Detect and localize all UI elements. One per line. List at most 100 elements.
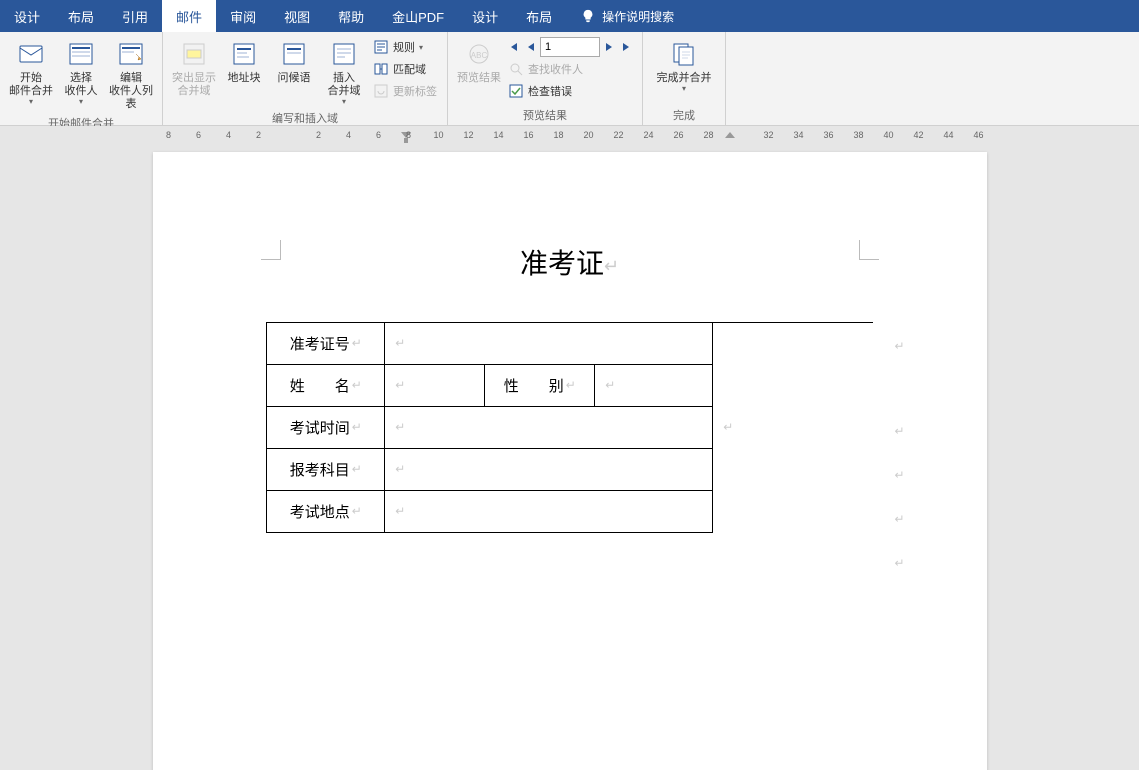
paragraph-mark-icon: ↵: [893, 468, 905, 482]
highlight-label: 突出显示合并域: [172, 72, 216, 98]
match-label: 匹配域: [393, 61, 426, 77]
cell-label: 报考科目: [290, 459, 350, 480]
ruler-tick: 8: [403, 130, 415, 140]
document-area[interactable]: 准考证↵ 准考证号↵ ↵ ↵ 姓 名↵ ↵ 性 别↵ ↵ 考试时间↵ ↵ 报考科…: [0, 146, 1139, 770]
indent-marker-right[interactable]: [725, 128, 735, 144]
paragraph-mark-icon: ↵: [395, 336, 405, 351]
ruler-tick: 6: [373, 130, 385, 140]
group-label-preview: 预览结果: [523, 105, 567, 123]
paragraph-mark-icon: ↵: [352, 336, 362, 351]
paragraph-mark-icon: ↵: [604, 256, 619, 276]
ruler-tick: 2: [313, 130, 325, 140]
start-mail-merge-button[interactable]: 开始邮件合并 ▾: [6, 36, 56, 108]
preview-label: 预览结果: [457, 72, 501, 85]
ruler-tick: 20: [583, 130, 595, 140]
page[interactable]: 准考证↵ 准考证号↵ ↵ ↵ 姓 名↵ ↵ 性 别↵ ↵ 考试时间↵ ↵ 报考科…: [153, 152, 987, 770]
paragraph-mark-icon: ↵: [395, 462, 405, 477]
first-record-button[interactable]: [504, 38, 522, 56]
cell-label: 准考证号: [290, 333, 350, 354]
finish-merge-button[interactable]: 完成并合并 ▾: [649, 36, 719, 95]
search-icon: [508, 61, 524, 77]
ruler-tick: 8: [163, 130, 175, 140]
address-block-button[interactable]: 地址块: [219, 36, 269, 87]
chevron-down-icon: ▾: [29, 97, 33, 106]
tab-references[interactable]: 引用: [108, 0, 162, 32]
paragraph-mark-icon: ↵: [395, 504, 405, 519]
tab-review[interactable]: 审阅: [216, 0, 270, 32]
tab-view[interactable]: 视图: [270, 0, 324, 32]
ruler-tick: 34: [793, 130, 805, 140]
check-errors-label: 检查错误: [528, 83, 572, 99]
ruler-tick: 4: [223, 130, 235, 140]
ruler-tick: 12: [463, 130, 475, 140]
paragraph-mark-icon: ↵: [395, 378, 405, 393]
ruler-tick: 24: [643, 130, 655, 140]
tab-table-layout[interactable]: 布局: [512, 0, 566, 32]
insert-field-label: 插入合并域: [328, 72, 361, 98]
title-text: 准考证: [520, 249, 604, 280]
mail-merge-icon: [15, 38, 47, 70]
edit-list-icon: [115, 38, 147, 70]
group-label-write: 编写和插入域: [272, 108, 338, 126]
record-navigation: [504, 36, 636, 58]
cell-label: 性 别: [504, 375, 564, 396]
insert-merge-field-button[interactable]: 插入合并域 ▾: [319, 36, 369, 108]
rules-button[interactable]: 规则 ▾: [369, 36, 441, 58]
recipients-icon: [65, 38, 97, 70]
group-label-finish: 完成: [673, 105, 695, 123]
update-labels-button: 更新标签: [369, 80, 441, 102]
tab-design[interactable]: 设计: [0, 0, 54, 32]
rules-icon: [373, 39, 389, 55]
rules-label: 规则: [393, 39, 415, 55]
ruler-ticks: 8642246810121416182022242628323436384042…: [153, 128, 987, 144]
ruler-tick: 22: [613, 130, 625, 140]
ruler-tick: 46: [973, 130, 985, 140]
finish-merge-icon: [668, 38, 700, 70]
ribbon: 开始邮件合并 ▾ 选择收件人 ▾ 编辑收件人列表 开始邮件合并: [0, 32, 1139, 126]
ruler-tick: 14: [493, 130, 505, 140]
tell-me-search[interactable]: 操作说明搜索: [566, 0, 688, 32]
ruler-tick: 44: [943, 130, 955, 140]
ruler-tick: 42: [913, 130, 925, 140]
margin-corner-top-right: [859, 240, 879, 260]
highlight-icon: [178, 38, 210, 70]
horizontal-ruler[interactable]: 8642246810121416182022242628323436384042…: [0, 126, 1139, 146]
ruler-tick: 36: [823, 130, 835, 140]
group-write-insert-fields: 突出显示合并域 地址块 问候语 插入合并域 ▾: [163, 32, 448, 125]
ruler-tick: 28: [703, 130, 715, 140]
tab-layout[interactable]: 布局: [54, 0, 108, 32]
select-recipients-label: 选择收件人: [65, 72, 98, 98]
group-preview-results: ABC 预览结果 查找收件人: [448, 32, 643, 125]
tab-table-design[interactable]: 设计: [458, 0, 512, 32]
next-record-button[interactable]: [600, 38, 618, 56]
tab-mailings[interactable]: 邮件: [162, 0, 216, 32]
prev-record-button[interactable]: [522, 38, 540, 56]
tab-help[interactable]: 帮助: [324, 0, 378, 32]
greeting-line-button[interactable]: 问候语: [269, 36, 319, 87]
edit-recipient-list-button[interactable]: 编辑收件人列表: [106, 36, 156, 113]
tab-pdf[interactable]: 金山PDF: [378, 0, 458, 32]
table-row[interactable]: 准考证号↵ ↵ ↵: [267, 323, 873, 365]
last-record-button[interactable]: [618, 38, 636, 56]
greeting-icon: [278, 38, 310, 70]
record-number-input[interactable]: [540, 37, 600, 57]
match-fields-button[interactable]: 匹配域: [369, 58, 441, 80]
ruler-tick: 32: [763, 130, 775, 140]
greeting-label: 问候语: [278, 72, 311, 85]
update-labels-icon: [373, 83, 389, 99]
paragraph-mark-icon: ↵: [893, 424, 905, 438]
select-recipients-button[interactable]: 选择收件人 ▾: [56, 36, 106, 108]
preview-icon: ABC: [463, 38, 495, 70]
admission-ticket-table[interactable]: 准考证号↵ ↵ ↵ 姓 名↵ ↵ 性 别↵ ↵ 考试时间↵ ↵ 报考科目↵ ↵ …: [266, 322, 873, 533]
paragraph-mark-icon: ↵: [352, 462, 362, 477]
chevron-down-icon: ▾: [79, 97, 83, 106]
match-icon: [373, 61, 389, 77]
group-start-mail-merge: 开始邮件合并 ▾ 选择收件人 ▾ 编辑收件人列表 开始邮件合并: [0, 32, 163, 125]
ruler-tick: 16: [523, 130, 535, 140]
svg-text:ABC: ABC: [471, 51, 488, 60]
bulb-icon: [580, 8, 596, 24]
ruler-tick: 4: [343, 130, 355, 140]
check-errors-button[interactable]: 检查错误: [504, 80, 636, 102]
check-icon: [508, 83, 524, 99]
paragraph-mark-icon: ↵: [352, 504, 362, 519]
